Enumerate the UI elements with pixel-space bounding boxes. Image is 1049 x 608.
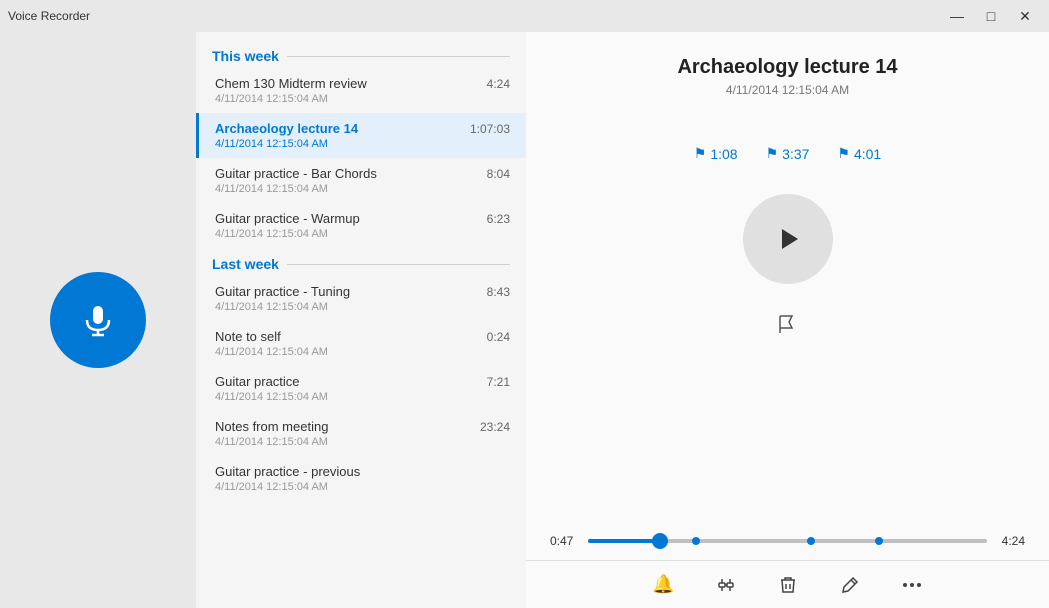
recording-date-rec-1: 4/11/2014 12:15:04 AM [215,93,510,105]
play-area [743,194,833,284]
window-controls: — □ ✕ [941,2,1041,30]
section-header-this-week: This week [196,40,526,68]
player-title: Archaeology lecture 14 [677,56,897,79]
maximize-button[interactable]: □ [975,2,1007,30]
flag-icon-1: ⚑ [694,145,707,162]
recording-duration-rec-3: 8:04 [487,167,510,181]
trim-icon [715,574,737,596]
marker-item-1[interactable]: ⚑ 1:08 [694,145,738,162]
progress-area: 0:47 4:24 [526,522,1049,560]
trim-button[interactable] [709,568,743,602]
recording-duration-rec-4: 6:23 [487,212,510,226]
minimize-button[interactable]: — [941,2,973,30]
recording-item-rec-6[interactable]: Note to self 0:24 4/11/2014 12:15:04 AM [196,321,526,366]
recording-name-rec-9: Guitar practice - previous [215,464,360,479]
section-label-last-week: Last week [212,256,279,272]
delete-button[interactable] [771,568,805,602]
record-button[interactable] [50,272,146,368]
recording-name-rec-8: Notes from meeting [215,419,328,434]
recording-name-rec-1: Chem 130 Midterm review [215,76,367,91]
marker-time-3: 4:01 [854,146,881,162]
section-label-this-week: This week [212,48,279,64]
total-time: 4:24 [997,534,1025,548]
recording-date-rec-5: 4/11/2014 12:15:04 AM [215,301,510,313]
section-divider-last-week [287,264,510,265]
player-area: Archaeology lecture 14 4/11/2014 12:15:0… [526,32,1049,608]
rename-button[interactable] [833,568,867,602]
recording-name-rec-3: Guitar practice - Bar Chords [215,166,377,181]
player-header: Archaeology lecture 14 4/11/2014 12:15:0… [661,32,913,97]
recording-date-rec-9: 4/11/2014 12:15:04 AM [215,481,510,493]
player-date: 4/11/2014 12:15:04 AM [677,83,897,97]
recording-list: This week Chem 130 Midterm review 4:24 4… [196,32,526,608]
play-button[interactable] [743,194,833,284]
recording-item-rec-2[interactable]: Archaeology lecture 14 1:07:03 4/11/2014… [196,113,526,158]
progress-bar-fill [588,539,660,543]
section-header-last-week: Last week [196,248,526,276]
close-button[interactable]: ✕ [1009,2,1041,30]
recording-date-rec-6: 4/11/2014 12:15:04 AM [215,346,510,358]
recording-duration-rec-6: 0:24 [487,330,510,344]
flag-add-area [776,312,800,342]
recording-duration-rec-5: 8:43 [487,285,510,299]
recording-date-rec-7: 4/11/2014 12:15:04 AM [215,391,510,403]
recording-duration-rec-8: 23:24 [480,420,510,434]
recording-item-rec-9[interactable]: Guitar practice - previous 4/11/2014 12:… [196,456,526,501]
sidebar-left [0,32,196,608]
recording-item-rec-4[interactable]: Guitar practice - Warmup 6:23 4/11/2014 … [196,203,526,248]
flag-add-icon [776,312,800,336]
recording-name-rec-6: Note to self [215,329,281,344]
flag-icon-2: ⚑ [766,145,779,162]
marker-time-1: 1:08 [710,146,737,162]
recording-name-rec-7: Guitar practice [215,374,300,389]
recording-duration-rec-7: 7:21 [487,375,510,389]
recording-item-rec-3[interactable]: Guitar practice - Bar Chords 8:04 4/11/2… [196,158,526,203]
mic-icon [80,302,116,338]
flag-icon-3: ⚑ [837,145,850,162]
marker-dot-3 [875,537,883,545]
share-icon-unicode: 🔔 [652,574,674,595]
recording-item-rec-1[interactable]: Chem 130 Midterm review 4:24 4/11/2014 1… [196,68,526,113]
marker-item-3[interactable]: ⚑ 4:01 [837,145,881,162]
recording-date-rec-2: 4/11/2014 12:15:04 AM [215,138,510,150]
app-body: This week Chem 130 Midterm review 4:24 4… [0,32,1049,608]
marker-item-2[interactable]: ⚑ 3:37 [766,145,810,162]
app-title: Voice Recorder [8,9,90,23]
share-button[interactable]: 🔔 [646,568,680,601]
delete-icon [777,574,799,596]
more-icon [901,574,923,596]
more-button[interactable] [895,568,929,602]
recording-item-rec-7[interactable]: Guitar practice 7:21 4/11/2014 12:15:04 … [196,366,526,411]
player-markers: ⚑ 1:08 ⚑ 3:37 ⚑ 4:01 [694,145,881,162]
play-icon [774,225,802,253]
recording-name-rec-5: Guitar practice - Tuning [215,284,350,299]
recording-date-rec-8: 4/11/2014 12:15:04 AM [215,436,510,448]
recording-duration-rec-2: 1:07:03 [470,122,510,136]
marker-dot-1 [692,537,700,545]
recording-item-rec-8[interactable]: Notes from meeting 23:24 4/11/2014 12:15… [196,411,526,456]
progress-thumb [652,533,668,549]
recording-name-rec-4: Guitar practice - Warmup [215,211,360,226]
recording-date-rec-3: 4/11/2014 12:15:04 AM [215,183,510,195]
title-bar: Voice Recorder — □ ✕ [0,0,1049,32]
recording-item-rec-5[interactable]: Guitar practice - Tuning 8:43 4/11/2014 … [196,276,526,321]
recording-duration-rec-1: 4:24 [487,77,510,91]
progress-bar[interactable] [588,539,987,543]
recording-name-rec-2: Archaeology lecture 14 [215,121,358,136]
marker-time-2: 3:37 [782,146,809,162]
bottom-toolbar: 🔔 [526,560,1049,608]
current-time: 0:47 [550,534,578,548]
rename-icon [839,574,861,596]
marker-dot-2 [807,537,815,545]
add-marker-button[interactable] [776,312,800,342]
section-divider-this-week [287,56,510,57]
recording-date-rec-4: 4/11/2014 12:15:04 AM [215,228,510,240]
